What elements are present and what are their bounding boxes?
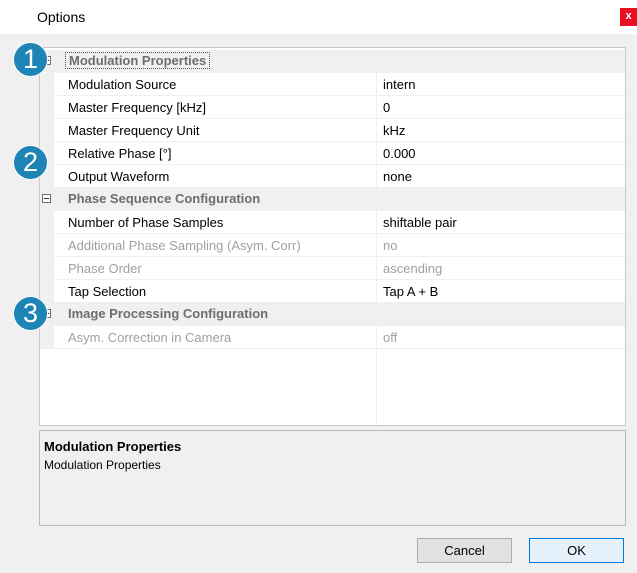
property-value[interactable]: kHz [383, 123, 405, 138]
property-name: Additional Phase Sampling (Asym. Corr) [68, 238, 301, 253]
property-row: Phase Order ascending [40, 257, 625, 280]
property-value-cell: no [377, 234, 625, 257]
row-margin [40, 234, 54, 257]
category-phase-sequence-configuration[interactable]: Phase Sequence Configuration [40, 188, 625, 211]
ok-button[interactable]: OK [529, 538, 624, 563]
property-row[interactable]: Master Frequency Unit kHz [40, 119, 625, 142]
property-value-cell[interactable]: 0.000 [377, 142, 625, 165]
property-name: Modulation Source [68, 77, 177, 92]
property-row[interactable]: Master Frequency [kHz] 0 [40, 96, 625, 119]
property-row[interactable]: Modulation Source intern [40, 73, 625, 96]
category-image-processing-configuration[interactable]: Image Processing Configuration [40, 303, 625, 326]
property-name-cell: Output Waveform [54, 165, 377, 188]
callout-badge-1: 1 [13, 42, 48, 77]
property-name: Number of Phase Samples [68, 215, 224, 230]
cancel-button[interactable]: Cancel [417, 538, 512, 563]
property-name-cell: Tap Selection [54, 280, 377, 303]
property-value[interactable]: shiftable pair [383, 215, 457, 230]
property-value-cell[interactable]: intern [377, 73, 625, 96]
property-grid[interactable]: Modulation Properties Modulation Source … [39, 47, 626, 426]
property-row[interactable]: Relative Phase [°] 0.000 [40, 142, 625, 165]
row-margin [40, 73, 54, 96]
property-name-cell: Additional Phase Sampling (Asym. Corr) [54, 234, 377, 257]
property-name-cell: Asym. Correction in Camera [54, 326, 377, 349]
row-margin [40, 326, 54, 349]
title-bar: Options x [0, 0, 637, 34]
property-value[interactable]: Tap A + B [383, 284, 438, 299]
description-panel: Modulation Properties Modulation Propert… [39, 430, 626, 526]
grid-empty-area [40, 349, 625, 425]
window-title: Options [37, 9, 86, 25]
property-row[interactable]: Number of Phase Samples shiftable pair [40, 211, 625, 234]
property-row: Asym. Correction in Camera off [40, 326, 625, 349]
callout-badge-2: 2 [13, 145, 48, 180]
property-value: no [383, 238, 398, 253]
property-value-cell[interactable]: 0 [377, 96, 625, 119]
row-margin [40, 211, 54, 234]
property-value-cell[interactable]: none [377, 165, 625, 188]
collapse-toggle-icon[interactable] [42, 194, 51, 203]
property-value-cell: off [377, 326, 625, 349]
category-label: Image Processing Configuration [68, 306, 269, 321]
property-row[interactable]: Tap Selection Tap A + B [40, 280, 625, 303]
property-name: Asym. Correction in Camera [68, 330, 232, 345]
property-value-cell[interactable]: kHz [377, 119, 625, 142]
property-value-cell[interactable]: Tap A + B [377, 280, 625, 303]
description-text: Modulation Properties [44, 458, 161, 472]
property-name-cell: Phase Order [54, 257, 377, 280]
property-value-cell[interactable]: shiftable pair [377, 211, 625, 234]
row-margin [40, 257, 54, 280]
grid-empty-name-column [40, 349, 377, 425]
property-value-cell: ascending [377, 257, 625, 280]
property-row: Additional Phase Sampling (Asym. Corr) n… [40, 234, 625, 257]
row-margin [40, 96, 54, 119]
row-margin [40, 119, 54, 142]
options-dialog: Options x Modulation Properties Modulati… [0, 0, 637, 573]
property-name: Output Waveform [68, 169, 170, 184]
property-name-cell: Number of Phase Samples [54, 211, 377, 234]
property-name: Master Frequency Unit [68, 123, 200, 138]
close-button[interactable]: x [620, 8, 637, 26]
property-name: Relative Phase [°] [68, 146, 172, 161]
property-value: ascending [383, 261, 443, 276]
property-name: Tap Selection [68, 284, 147, 299]
property-value[interactable]: none [383, 169, 412, 184]
callout-badge-3: 3 [13, 296, 48, 331]
property-value: off [383, 330, 398, 345]
property-name-cell: Master Frequency Unit [54, 119, 377, 142]
property-value[interactable]: 0.000 [383, 146, 416, 161]
description-title: Modulation Properties [44, 439, 182, 454]
property-name: Master Frequency [kHz] [68, 100, 206, 115]
property-name-cell: Relative Phase [°] [54, 142, 377, 165]
property-row[interactable]: Output Waveform none [40, 165, 625, 188]
property-value[interactable]: 0 [383, 100, 390, 115]
category-label: Phase Sequence Configuration [68, 191, 261, 206]
property-value[interactable]: intern [383, 77, 416, 92]
category-modulation-properties[interactable]: Modulation Properties [40, 50, 625, 73]
property-name: Phase Order [68, 261, 142, 276]
category-label: Modulation Properties [65, 52, 211, 69]
property-name-cell: Master Frequency [kHz] [54, 96, 377, 119]
property-name-cell: Modulation Source [54, 73, 377, 96]
